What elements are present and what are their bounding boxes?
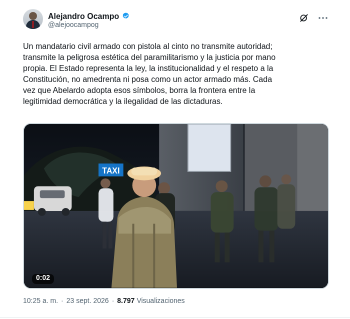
tweet-text: Un mandatario civil armado con pistola a… [23, 42, 276, 106]
avatar[interactable] [23, 9, 43, 29]
tweet-meta-separator-1: · [61, 298, 64, 305]
taxi-sign-text: TAXI [102, 166, 119, 175]
tweet-header: Alejandro Ocampo @alejoocampog [15, 9, 338, 35]
tweet-meta-separator-2: · [111, 298, 115, 305]
author-name-row: Alejandro Ocampo [48, 10, 130, 22]
tweet-meta: 10:25 a. m. · 23 sept. 2026 · 8.797 Visu… [23, 298, 185, 305]
video-duration-badge: 0:02 [32, 274, 55, 284]
tweet-page: Alejandro Ocampo @alejoocampog Un mandat… [0, 0, 350, 319]
video-thumbnail: TAXI [24, 124, 328, 288]
tweet-card[interactable]: Alejandro Ocampo @alejoocampog Un mandat… [15, 0, 338, 319]
author-display-name[interactable]: Alejandro Ocampo [48, 12, 119, 21]
avatar-tie [32, 21, 34, 28]
tweet-time[interactable]: 10:25 a. m. [23, 298, 58, 305]
video-player[interactable]: TAXI 0:02 [23, 123, 329, 289]
views-label: Visualizaciones [136, 298, 185, 305]
tweet-date[interactable]: 23 sept. 2026 [66, 298, 108, 305]
avatar-head [29, 12, 37, 20]
bottom-divider [0, 317, 350, 318]
verified-badge-icon[interactable] [122, 12, 130, 20]
views-count: 8.797 [117, 298, 135, 305]
more-icon[interactable] [317, 13, 329, 23]
author-handle[interactable]: @alejoocampog [48, 22, 99, 29]
grok-icon[interactable] [299, 13, 309, 23]
